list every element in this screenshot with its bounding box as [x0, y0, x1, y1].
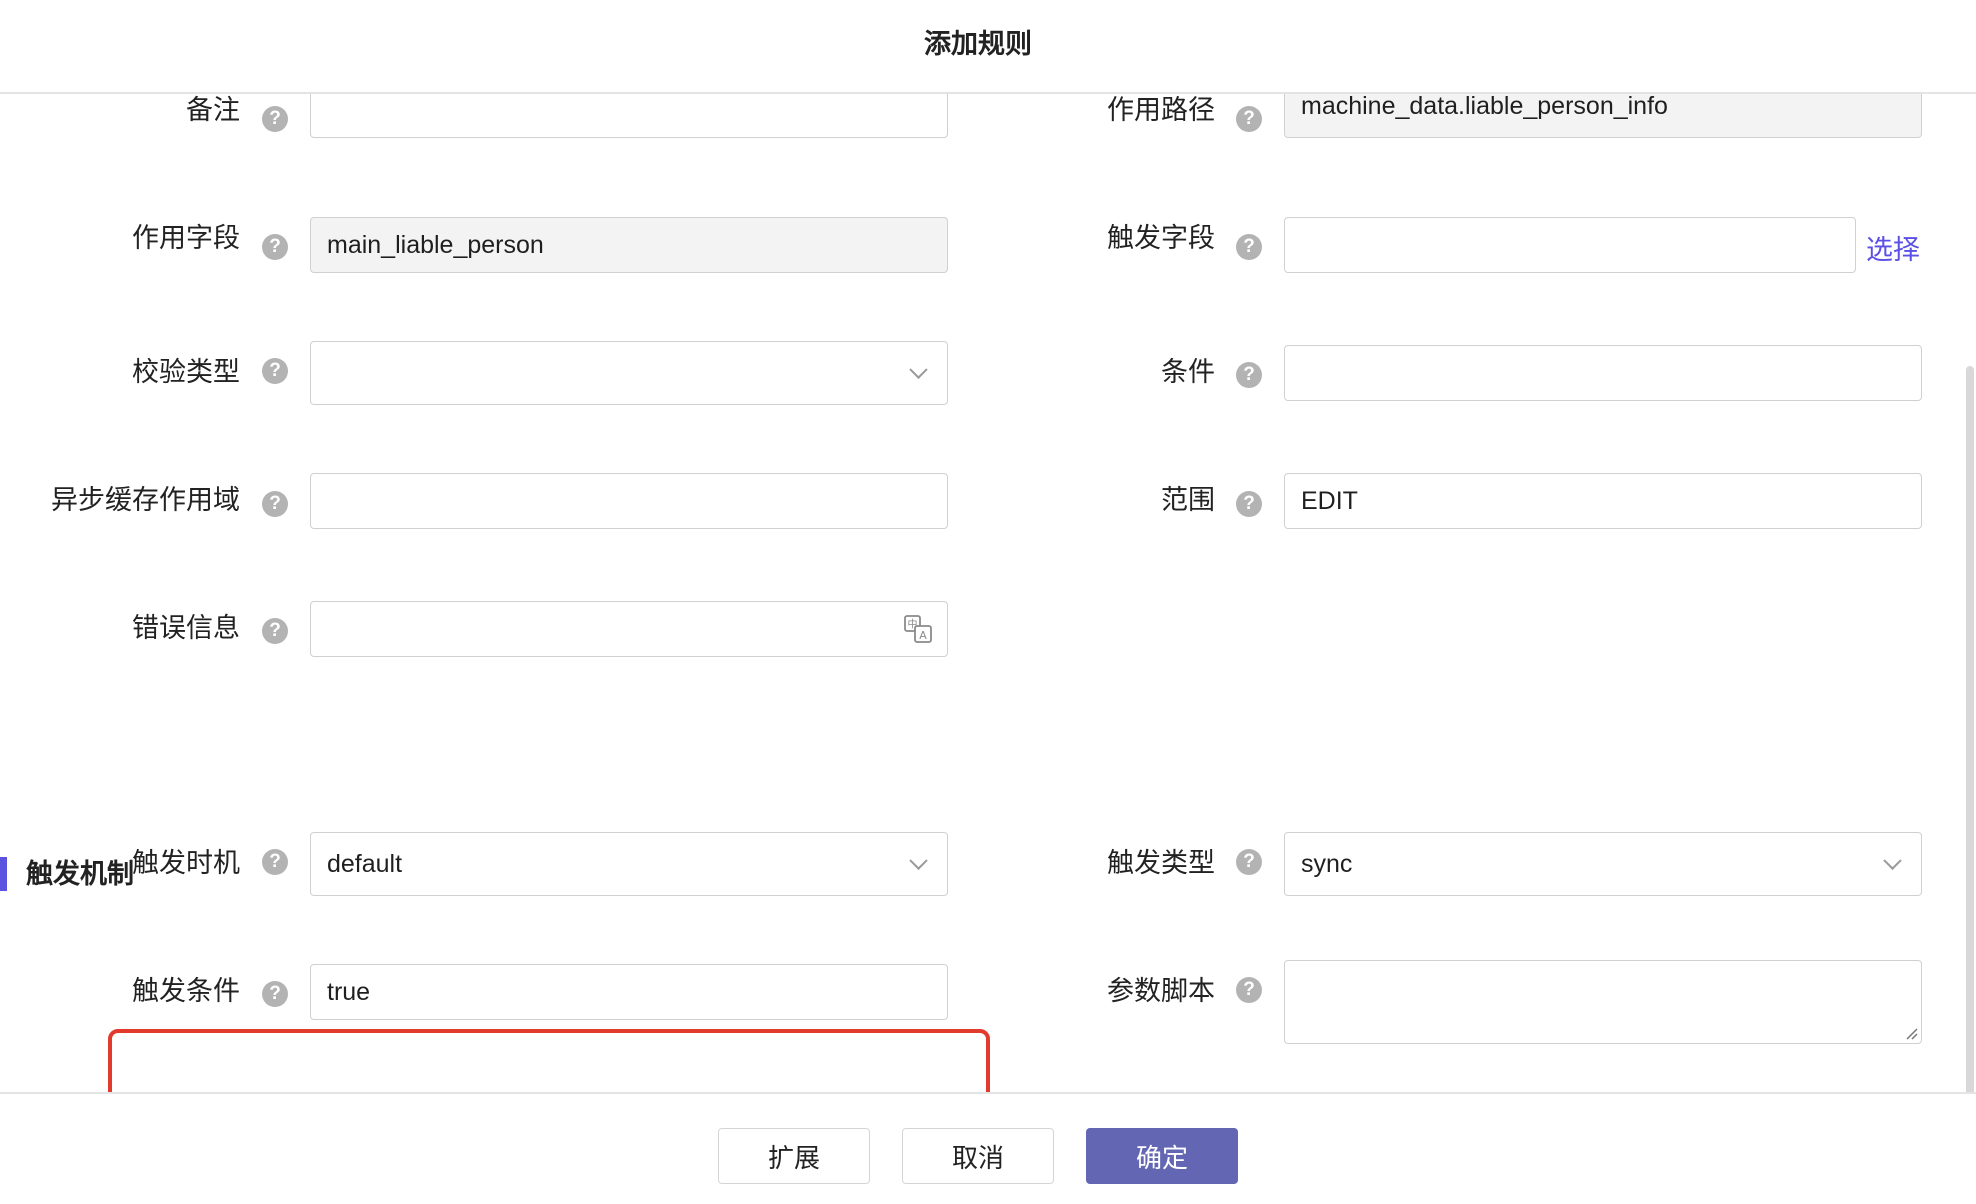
confirm-button[interactable]: 确定 — [1086, 1128, 1238, 1184]
trigger-field-help-icon[interactable]: ? — [1236, 234, 1262, 260]
path-input[interactable]: machine_data.liable_person_info — [1284, 94, 1922, 138]
chevron-down-icon — [1883, 851, 1902, 870]
dialog-title: 添加规则 — [924, 29, 1032, 59]
extend-button[interactable]: 扩展 — [718, 1128, 870, 1184]
dialog-footer: 扩展 取消 确定 — [0, 1092, 1976, 1204]
trigger-type-select[interactable]: sync — [1284, 832, 1922, 896]
condition-help-icon[interactable]: ? — [1236, 362, 1262, 388]
remark-label: 备注 — [186, 95, 240, 125]
trigger-timing-value: default — [327, 849, 403, 878]
scope-help-icon[interactable]: ? — [1236, 491, 1262, 517]
trigger-type-help-icon[interactable]: ? — [1236, 849, 1262, 875]
trigger-field-label: 触发字段 — [1107, 223, 1215, 253]
remark-input[interactable] — [310, 94, 948, 138]
error-message-label: 错误信息 — [132, 613, 240, 643]
scope-label: 范围 — [1161, 485, 1215, 515]
path-help-icon[interactable]: ? — [1236, 106, 1262, 132]
chevron-down-icon — [909, 851, 928, 870]
highlight-box — [108, 1029, 990, 1092]
validation-type-select[interactable] — [310, 341, 948, 405]
trigger-condition-input[interactable]: true — [310, 964, 948, 1020]
dialog-header: 添加规则 — [0, 0, 1976, 94]
param-script-label: 参数脚本 — [1107, 976, 1215, 1006]
field-input[interactable]: main_liable_person — [310, 217, 948, 273]
chevron-down-icon — [909, 360, 928, 379]
resize-handle-icon[interactable] — [1904, 1026, 1918, 1040]
trigger-timing-label: 触发时机 — [132, 848, 240, 878]
async-cache-scope-label: 异步缓存作用域 — [51, 485, 240, 515]
trigger-timing-select[interactable]: default — [310, 832, 948, 896]
scope-input[interactable]: EDIT — [1284, 473, 1922, 529]
trigger-type-label: 触发类型 — [1107, 848, 1215, 878]
param-script-help-icon[interactable]: ? — [1236, 977, 1262, 1003]
error-message-help-icon[interactable]: ? — [262, 618, 288, 644]
cancel-button[interactable]: 取消 — [902, 1128, 1054, 1184]
param-script-textarea[interactable] — [1284, 960, 1922, 1044]
field-help-icon[interactable]: ? — [262, 234, 288, 260]
condition-input[interactable] — [1284, 345, 1922, 401]
async-cache-scope-input[interactable] — [310, 473, 948, 529]
select-trigger-field-link[interactable]: 选择 — [1866, 228, 1920, 267]
async-cache-scope-help-icon[interactable]: ? — [262, 491, 288, 517]
trigger-type-value: sync — [1301, 849, 1353, 878]
translate-icon[interactable]: 中 A — [903, 614, 933, 644]
remark-help-icon[interactable]: ? — [262, 106, 288, 132]
validation-type-help-icon[interactable]: ? — [262, 358, 288, 384]
path-label: 作用路径 — [1107, 95, 1215, 125]
dialog-body[interactable]: 备注 ? 作用路径 ? machine_data.liable_person_i… — [0, 94, 1976, 1092]
condition-label: 条件 — [1161, 357, 1215, 387]
field-label: 作用字段 — [132, 223, 240, 253]
trigger-condition-help-icon[interactable]: ? — [262, 981, 288, 1007]
trigger-field-input[interactable] — [1284, 217, 1856, 273]
validation-type-label: 校验类型 — [132, 357, 240, 387]
svg-text:A: A — [919, 629, 927, 642]
error-message-input[interactable]: 中 A — [310, 601, 948, 657]
trigger-timing-help-icon[interactable]: ? — [262, 849, 288, 875]
trigger-condition-label: 触发条件 — [132, 976, 240, 1006]
scrollbar[interactable] — [1966, 366, 1974, 1092]
